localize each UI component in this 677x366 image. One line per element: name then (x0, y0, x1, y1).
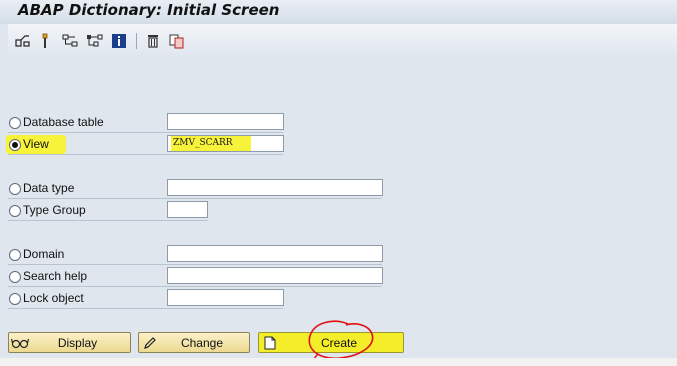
search-help-field[interactable] (167, 267, 383, 284)
new-document-icon (259, 336, 281, 350)
radio-domain[interactable] (9, 249, 21, 261)
radio-view[interactable] (9, 139, 21, 151)
display-glasses-icon (9, 337, 31, 349)
change-button-label: Change (180, 335, 224, 350)
where-used-icon[interactable] (14, 32, 32, 50)
view-label: View (23, 137, 49, 151)
data-type-label: Data type (23, 181, 75, 195)
application-toolbar (8, 24, 677, 58)
radio-lock-object[interactable] (9, 293, 21, 305)
domain-field[interactable] (167, 245, 383, 262)
radio-search-help[interactable] (9, 271, 21, 283)
title-bar: ABAP Dictionary: Initial Screen (0, 0, 677, 24)
view-field-value: ZMV_SCARR (171, 136, 251, 151)
toolbar-separator (136, 33, 137, 49)
row-divider (8, 154, 283, 155)
data-type-field[interactable] (167, 179, 383, 196)
copy-icon[interactable] (168, 32, 186, 50)
row-divider (8, 308, 283, 309)
domain-label: Domain (23, 247, 65, 261)
database-table-field[interactable] (167, 113, 284, 130)
status-bar (0, 358, 677, 366)
row-divider (8, 198, 382, 199)
tools-icon[interactable] (36, 32, 54, 50)
type-group-field[interactable] (167, 201, 208, 218)
change-button[interactable]: Change (138, 332, 250, 353)
page-title: ABAP Dictionary: Initial Screen (18, 1, 280, 19)
lock-object-field[interactable] (167, 289, 284, 306)
display-button-label: Display (57, 335, 98, 350)
row-divider (8, 286, 382, 287)
radio-type-group[interactable] (9, 205, 21, 217)
radio-database-table[interactable] (9, 117, 21, 129)
row-divider (8, 132, 283, 133)
object-list-icon[interactable] (86, 32, 104, 50)
row-divider (8, 220, 208, 221)
hierarchy-icon[interactable] (62, 32, 80, 50)
display-button[interactable]: Display (8, 332, 131, 353)
pencil-icon (139, 336, 161, 350)
lock-object-label: Lock object (23, 291, 84, 305)
info-icon[interactable] (110, 32, 128, 50)
search-help-label: Search help (23, 269, 88, 283)
view-field[interactable]: ZMV_SCARR (167, 135, 284, 152)
delete-icon[interactable] (144, 32, 162, 50)
type-group-label: Type Group (23, 203, 86, 217)
radio-data-type[interactable] (9, 183, 21, 195)
database-table-label: Database table (23, 115, 104, 129)
row-divider (8, 264, 382, 265)
